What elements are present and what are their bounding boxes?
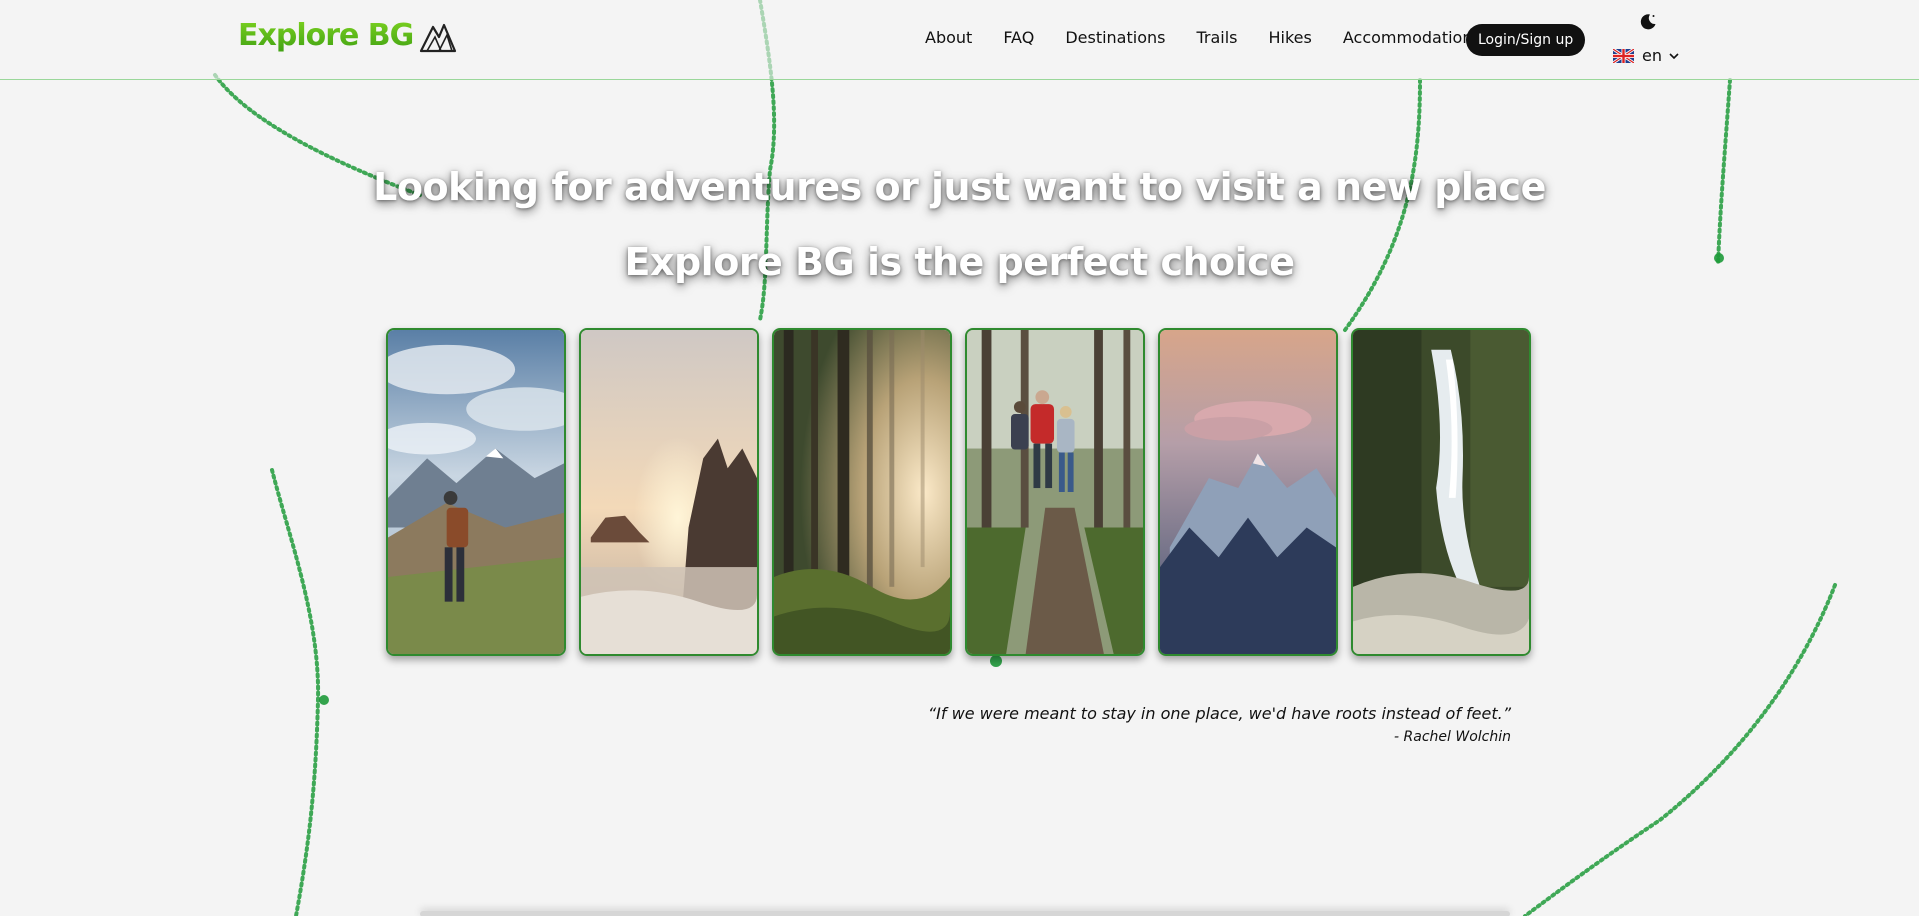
page: Explore BG About FAQ Destinations Trails… [0, 0, 1919, 916]
hiker-mountains-image [388, 330, 564, 654]
quote-block: “If we were meant to stay in one place, … [928, 704, 1511, 745]
login-signup-button[interactable]: Login/Sign up [1466, 24, 1586, 56]
gallery-card[interactable] [772, 328, 952, 656]
gallery-card[interactable] [1158, 328, 1338, 656]
moon-icon[interactable] [1639, 13, 1657, 31]
nav-about[interactable]: About [925, 28, 972, 47]
nav-hikes[interactable]: Hikes [1269, 28, 1312, 47]
uk-flag-icon [1613, 48, 1634, 63]
chevron-down-icon [1669, 52, 1679, 59]
image-gallery [386, 328, 1531, 656]
nav-accommodation[interactable]: Accommodation [1343, 28, 1473, 47]
logo-text: Explore BG [238, 18, 414, 53]
nav-trails[interactable]: Trails [1196, 28, 1237, 47]
top-navbar: Explore BG About FAQ Destinations Trails… [0, 0, 1919, 80]
main-nav: About FAQ Destinations Trails Hikes Acco… [925, 28, 1503, 47]
gallery-card[interactable] [965, 328, 1145, 656]
waterfall-image [1353, 330, 1529, 654]
quote-author: - Rachel Wolchin [1394, 729, 1511, 745]
hero-subtitle: Explore BG is the perfect choice [624, 240, 1295, 284]
nav-faq[interactable]: FAQ [1003, 28, 1034, 47]
pink-mountain-image [1160, 330, 1336, 654]
brand-logo[interactable]: Explore BG [238, 18, 457, 53]
nav-destinations[interactable]: Destinations [1065, 28, 1165, 47]
gallery-card[interactable] [386, 328, 566, 656]
hero-title: Looking for adventures or just want to v… [373, 165, 1546, 209]
mountain-logo-icon [420, 23, 457, 52]
sunset-coast-image [581, 330, 757, 654]
hikers-trail-image [967, 330, 1143, 654]
gallery-card[interactable] [579, 328, 759, 656]
section-edge [420, 911, 1510, 916]
misty-forest-image [774, 330, 950, 654]
language-selector[interactable]: en [1613, 46, 1679, 65]
gallery-card[interactable] [1351, 328, 1531, 656]
quote-text: “If we were meant to stay in one place, … [927, 704, 1511, 723]
language-label: en [1642, 46, 1662, 65]
